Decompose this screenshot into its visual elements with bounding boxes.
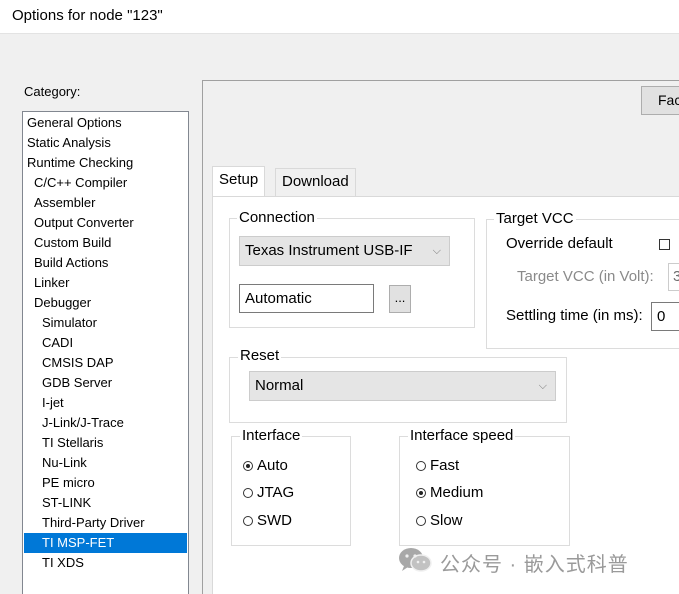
target-vcc-label: Target VCC (in Volt): [517,268,654,285]
connection-select-value: Texas Instrument USB-IF [245,242,413,259]
category-item-build-actions[interactable]: Build Actions [24,253,187,273]
category-item-gdb-server[interactable]: GDB Server [24,373,187,393]
category-item-general-options[interactable]: General Options [24,113,187,133]
interface-option-auto-label: Auto [257,457,288,474]
category-item-cmsis-dap[interactable]: CMSIS DAP [24,353,187,373]
category-list[interactable]: General Options Static Analysis Runtime … [22,111,189,594]
radio-swd[interactable] [243,516,253,526]
interface-speed-group-title: Interface speed [408,427,516,444]
category-item-debugger[interactable]: Debugger [24,293,187,313]
category-item-ti-stellaris[interactable]: TI Stellaris [24,433,187,453]
category-item-custom-build[interactable]: Custom Build [24,233,187,253]
factory-settings-button[interactable]: Fac [641,86,679,115]
category-item-runtime-checking[interactable]: Runtime Checking [24,153,187,173]
interface-option-jtag-label: JTAG [257,484,295,501]
interface-speed-option-medium-label: Medium [430,484,484,501]
category-label: Category: [24,84,81,99]
wechat-icon [399,548,432,572]
radio-slow[interactable] [416,516,426,526]
category-item-pe-micro[interactable]: PE micro [24,473,187,493]
category-item-ti-xds[interactable]: TI XDS [24,553,187,573]
category-item-st-link[interactable]: ST-LINK [24,493,187,513]
chevron-down-icon: ⌵ [432,245,441,257]
category-item-cadi[interactable]: CADI [24,333,187,353]
override-default-checkbox[interactable] [659,239,670,250]
category-item-output-converter[interactable]: Output Converter [24,213,187,233]
tab-setup[interactable]: Setup [212,166,266,196]
category-item-assembler[interactable]: Assembler [24,193,187,213]
category-item-nu-link[interactable]: Nu-Link [24,453,187,473]
chevron-down-icon: ⌵ [538,380,547,392]
interface-speed-option-fast-label: Fast [430,457,460,474]
reset-group-title: Reset [238,347,282,364]
radio-jtag[interactable] [243,488,253,498]
target-vcc-input[interactable]: 3 [668,263,679,291]
connection-port-input[interactable]: Automatic [239,284,374,313]
settling-time-label: Settling time (in ms): [506,307,643,324]
category-item-i-jet[interactable]: I-jet [24,393,187,413]
category-item-jlink-jtrace[interactable]: J-Link/J-Trace [24,413,187,433]
interface-option-swd-label: SWD [257,512,292,529]
connection-group-title: Connection [237,209,317,226]
browse-button[interactable]: ... [389,285,411,313]
category-item-cpp-compiler[interactable]: C/C++ Compiler [24,173,187,193]
settling-time-input[interactable]: 0 [651,302,679,331]
category-item-static-analysis[interactable]: Static Analysis [24,133,187,153]
category-item-third-party-driver[interactable]: Third-Party Driver [24,513,187,533]
target-vcc-group-title: Target VCC [494,210,576,227]
watermark-text: 公众号 · 嵌入式科普 [440,554,629,576]
category-item-linker[interactable]: Linker [24,273,187,293]
override-default-label: Override default [506,235,613,252]
reset-select[interactable]: Normal ⌵ [249,371,556,401]
connection-select[interactable]: Texas Instrument USB-IF ⌵ [239,236,450,266]
radio-medium[interactable] [416,488,426,498]
interface-group-title: Interface [240,427,303,444]
window-title: Options for node "123" [12,7,163,24]
radio-fast[interactable] [416,461,426,471]
category-item-simulator[interactable]: Simulator [24,313,187,333]
tab-download[interactable]: Download [275,168,356,196]
reset-select-value: Normal [255,377,304,394]
title-bar: Options for node "123" [0,0,679,34]
radio-auto[interactable] [243,461,253,471]
category-item-ti-msp-fet[interactable]: TI MSP-FET [24,533,187,553]
interface-speed-option-slow-label: Slow [430,512,463,529]
